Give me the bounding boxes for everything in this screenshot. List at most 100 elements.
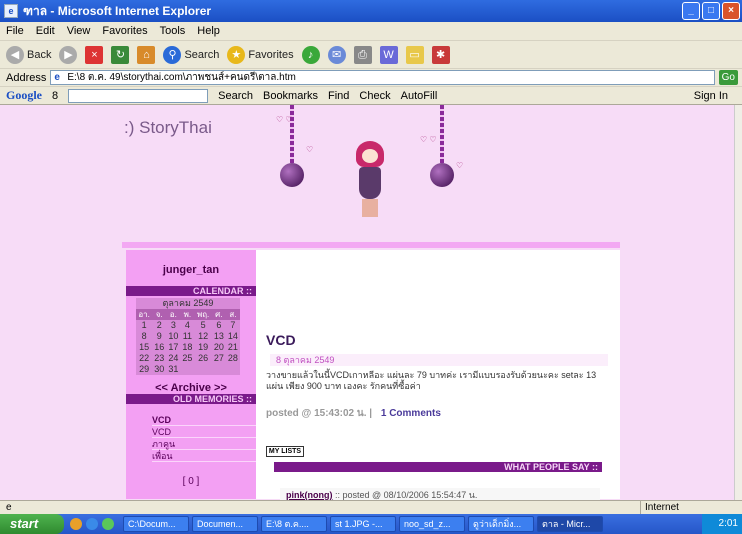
stop-button[interactable]: × xyxy=(85,45,104,64)
menu-tools[interactable]: Tools xyxy=(160,25,186,37)
menu-edit[interactable]: Edit xyxy=(36,25,55,37)
firefox-icon[interactable] xyxy=(70,518,82,530)
taskbar-item[interactable]: Documen... xyxy=(192,516,258,532)
google-logo[interactable]: Google xyxy=(6,88,42,103)
mail-icon: ✉ xyxy=(327,45,346,64)
calendar-day[interactable]: 21 xyxy=(226,342,240,353)
forward-arrow-icon: ▶ xyxy=(59,45,78,64)
taskbar-item[interactable]: E:\8 ต.ค.... xyxy=(261,516,327,532)
star-icon: ★ xyxy=(227,45,246,64)
weekday-sun: อา. xyxy=(136,309,153,320)
memory-link[interactable]: ภาคูน xyxy=(152,438,256,450)
menu-favorites[interactable]: Favorites xyxy=(102,25,147,37)
messenger-button[interactable]: ✱ xyxy=(431,45,450,64)
taskbar-item[interactable]: ดูว่าเด็กมิ่ง... xyxy=(468,516,534,532)
username[interactable]: junger_tan xyxy=(126,264,256,276)
mail-button[interactable]: ✉ xyxy=(327,45,346,64)
minimize-button[interactable]: _ xyxy=(682,2,700,20)
calendar-day[interactable]: 19 xyxy=(194,342,211,353)
close-button[interactable]: × xyxy=(722,2,740,20)
autofill-button[interactable]: AutoFill xyxy=(401,90,438,102)
folder-button[interactable]: ▭ xyxy=(405,45,424,64)
memory-link[interactable]: VCD xyxy=(152,414,256,426)
calendar-day[interactable]: 13 xyxy=(212,331,226,342)
calendar-day[interactable]: 7 xyxy=(226,320,240,331)
maximize-button[interactable]: □ xyxy=(702,2,720,20)
calendar-day[interactable]: 28 xyxy=(226,353,240,364)
calendar-day[interactable]: 15 xyxy=(136,342,152,353)
archive-link[interactable]: << Archive >> xyxy=(126,382,256,394)
check-button[interactable]: Check xyxy=(359,90,390,102)
taskbar-item[interactable]: C:\Docum... xyxy=(123,516,189,532)
menu-view[interactable]: View xyxy=(67,25,91,37)
ie-icon[interactable] xyxy=(86,518,98,530)
search-button[interactable]: ⚲ Search xyxy=(163,45,219,64)
calendar-day[interactable]: 22 xyxy=(136,353,152,364)
calendar-day[interactable]: 18 xyxy=(180,342,194,353)
calendar-day[interactable]: 16 xyxy=(152,342,166,353)
find-button[interactable]: Find xyxy=(328,90,349,102)
people-say-header: WHAT PEOPLE SAY :: xyxy=(274,462,602,472)
media-button[interactable]: ♪ xyxy=(301,45,320,64)
google-search-button[interactable]: Search xyxy=(218,90,253,102)
menu-file[interactable]: File xyxy=(6,25,24,37)
calendar-day[interactable]: 20 xyxy=(212,342,226,353)
calendar-week: 22 23 24 25 26 27 28 xyxy=(136,353,240,364)
calendar-week: 8 9 10 11 12 13 14 xyxy=(136,331,240,342)
google-g-button[interactable]: 8 xyxy=(52,90,58,102)
refresh-button[interactable]: ↻ xyxy=(111,45,130,64)
print-button[interactable]: ⎙ xyxy=(353,45,372,64)
menu-help[interactable]: Help xyxy=(197,25,220,37)
back-button[interactable]: ◀ Back xyxy=(6,45,51,64)
sign-in-button[interactable]: Sign In xyxy=(694,90,728,102)
calendar-day[interactable]: 8 xyxy=(136,331,152,342)
calendar-day[interactable]: 30 xyxy=(152,364,166,375)
calendar-day[interactable]: 14 xyxy=(226,331,240,342)
weekday-tue: อ. xyxy=(166,309,181,320)
vertical-scrollbar[interactable] xyxy=(734,105,742,500)
comments-link[interactable]: 1 Comments xyxy=(381,408,441,419)
calendar-day[interactable]: 6 xyxy=(212,320,226,331)
address-input[interactable]: E:\8 ต.ค. 49\storythai.com\ภาพชนส์+คนดรี… xyxy=(50,70,715,85)
forward-button[interactable]: ▶ xyxy=(59,45,78,64)
calendar-day[interactable]: 9 xyxy=(152,331,166,342)
calendar-week: 29 30 31 xyxy=(136,364,240,375)
calendar-day[interactable]: 5 xyxy=(194,320,211,331)
calendar-day[interactable]: 25 xyxy=(180,353,194,364)
calendar-day[interactable]: 24 xyxy=(166,353,180,364)
calendar-day[interactable]: 1 xyxy=(136,320,152,331)
calendar-day[interactable]: 31 xyxy=(166,364,180,375)
memory-link[interactable]: เพื่อน xyxy=(152,450,256,462)
memory-link[interactable]: VCD xyxy=(152,426,256,438)
main-content: VCD 8 ตุลาคม 2549 วางขายแล้วในนี้VCDเกาห… xyxy=(256,250,620,502)
calendar-day[interactable]: 4 xyxy=(180,320,194,331)
calendar-day[interactable]: 3 xyxy=(166,320,180,331)
doll-image xyxy=(354,141,386,217)
start-button[interactable]: start xyxy=(0,514,64,534)
calendar-day[interactable]: 27 xyxy=(212,353,226,364)
google-search-input[interactable] xyxy=(68,88,209,103)
calendar-day[interactable]: 17 xyxy=(166,342,180,353)
calendar-day[interactable]: 23 xyxy=(152,353,166,364)
favorites-button[interactable]: ★ Favorites xyxy=(227,45,294,64)
edit-button[interactable]: W xyxy=(379,45,398,64)
calendar-day[interactable]: 12 xyxy=(194,331,211,342)
go-button[interactable]: Go xyxy=(718,70,738,85)
window-titlebar: e ฑาล - Microsoft Internet Explorer _ □ … xyxy=(0,0,742,22)
calendar-day[interactable]: 10 xyxy=(166,331,180,342)
taskbar-item-active[interactable]: ตาล - Micr... xyxy=(537,516,603,532)
calendar-day xyxy=(212,364,226,375)
calendar-day[interactable]: 29 xyxy=(136,364,152,375)
bookmarks-button[interactable]: Bookmarks xyxy=(263,90,318,102)
calendar-day[interactable]: 2 xyxy=(152,320,166,331)
menu-bar: File Edit View Favorites Tools Help xyxy=(0,22,742,41)
calendar-day[interactable]: 26 xyxy=(194,353,211,364)
comment-author[interactable]: pink(nong) xyxy=(286,490,333,500)
taskbar-item[interactable]: noo_sd_z... xyxy=(399,516,465,532)
media-icon[interactable] xyxy=(102,518,114,530)
home-button[interactable]: ⌂ xyxy=(137,45,156,64)
taskbar-item[interactable]: st 1.JPG -... xyxy=(330,516,396,532)
calendar-day xyxy=(194,364,211,375)
calendar-day[interactable]: 11 xyxy=(180,331,194,342)
my-lists-button[interactable]: MY LISTS xyxy=(266,446,304,457)
